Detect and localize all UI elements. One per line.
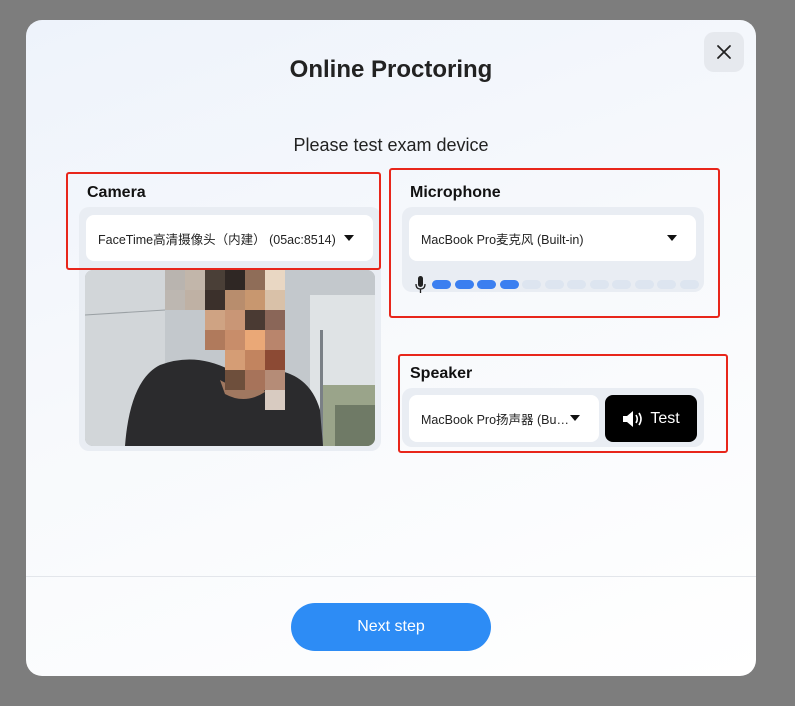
microphone-highlight-box bbox=[389, 168, 720, 318]
modal-subtitle: Please test exam device bbox=[293, 135, 489, 155]
proctoring-modal: Online Proctoring Please test exam devic… bbox=[26, 20, 756, 676]
next-step-button[interactable]: Next step bbox=[291, 603, 491, 651]
camera-preview bbox=[85, 270, 375, 446]
modal-title: Online Proctoring bbox=[289, 56, 493, 83]
camera-feed-image bbox=[85, 270, 375, 446]
speaker-highlight-box bbox=[398, 354, 728, 453]
camera-highlight-box bbox=[66, 172, 381, 270]
footer-divider bbox=[26, 576, 756, 577]
